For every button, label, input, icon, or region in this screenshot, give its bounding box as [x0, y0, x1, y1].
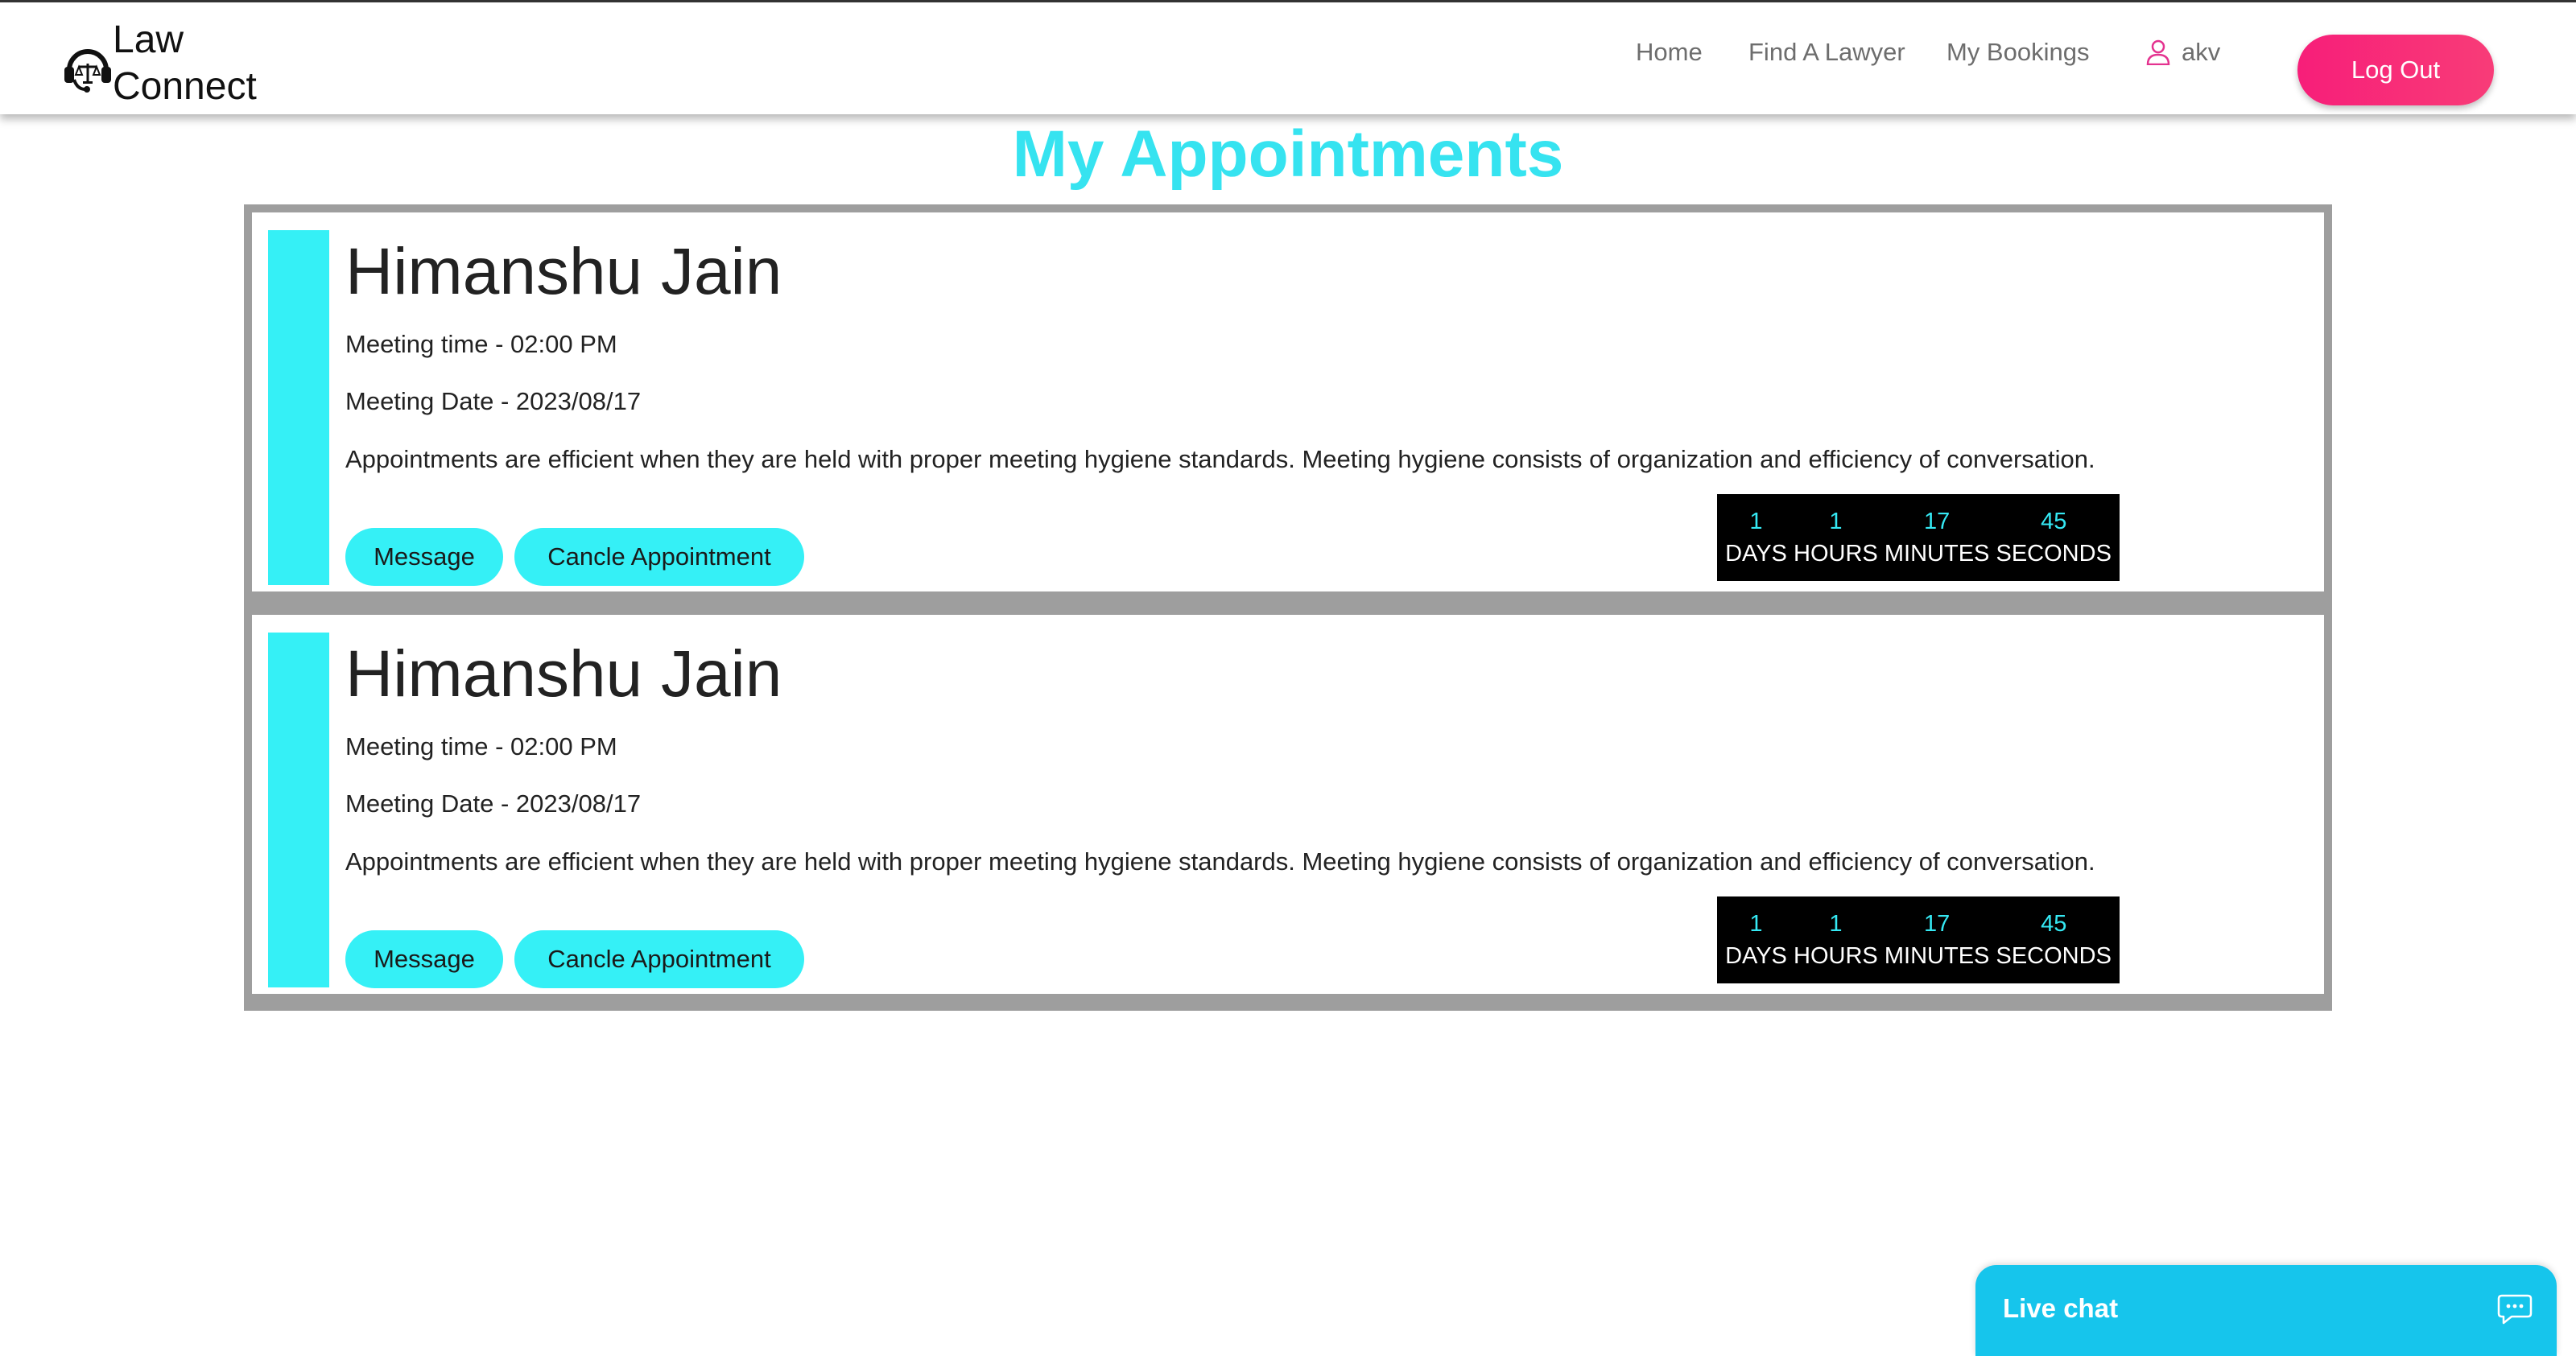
countdown-value: 17 — [1923, 911, 1951, 937]
countdown-value: 1 — [1749, 509, 1763, 534]
lawyer-name: Himanshu Jain — [345, 235, 782, 308]
nav-my-bookings-link[interactable]: My Bookings — [1946, 35, 2089, 70]
countdown-hours: 1 HOURS — [1794, 908, 1878, 972]
nav-user-profile[interactable]: akv — [2146, 35, 2220, 70]
countdown-hours: 1 HOURS — [1794, 505, 1878, 570]
meeting-time: Meeting time - 02:00 PM — [345, 330, 617, 358]
message-button[interactable]: Message — [345, 528, 503, 586]
countdown-value: 1 — [1749, 911, 1763, 937]
nav-find-lawyer-link[interactable]: Find A Lawyer — [1748, 35, 1905, 70]
countdown-label: DAYS — [1725, 943, 1787, 969]
countdown-seconds: 45 SECONDS — [1996, 908, 2112, 972]
countdown-timer: 1 DAYS 1 HOURS 17 MINUTES 45 SECONDS — [1717, 896, 2120, 983]
appointment-card: Himanshu Jain Meeting time - 02:00 PM Me… — [252, 615, 2324, 994]
brand-name: Law Connect — [113, 19, 257, 108]
countdown-label: SECONDS — [1996, 541, 2112, 567]
card-accent-bar — [268, 633, 329, 987]
meeting-date: Meeting Date - 2023/08/17 — [345, 387, 642, 415]
page-title: My Appointments — [1012, 117, 1564, 191]
countdown-value: 45 — [2041, 509, 2067, 534]
countdown-label: DAYS — [1725, 541, 1787, 567]
countdown-value: 45 — [2041, 911, 2067, 937]
lawyer-name: Himanshu Jain — [345, 637, 782, 711]
chat-bubble-icon — [2497, 1294, 2533, 1325]
countdown-label: MINUTES — [1884, 541, 1990, 567]
appointment-description: Appointments are efficient when they are… — [345, 847, 2095, 876]
nav-home-link[interactable]: Home — [1636, 35, 1703, 70]
countdown-days: 1 DAYS — [1725, 505, 1787, 570]
navbar: Law Connect Home Find A Lawyer My Bookin… — [0, 0, 2576, 114]
countdown-label: SECONDS — [1996, 943, 2112, 969]
countdown-seconds: 45 SECONDS — [1996, 505, 2112, 570]
appointment-description: Appointments are efficient when they are… — [345, 445, 2095, 473]
cancel-appointment-button[interactable]: Cancle Appointment — [514, 930, 804, 988]
cancel-appointment-button[interactable]: Cancle Appointment — [514, 528, 804, 586]
countdown-days: 1 DAYS — [1725, 908, 1787, 972]
brand[interactable]: Law Connect — [61, 17, 287, 108]
card-accent-bar — [268, 230, 329, 585]
live-chat-widget[interactable]: Live chat — [1975, 1265, 2557, 1356]
appointment-card: Himanshu Jain Meeting time - 02:00 PM Me… — [252, 212, 2324, 591]
meeting-date: Meeting Date - 2023/08/17 — [345, 789, 642, 818]
lawyer-headset-scales-icon — [64, 49, 111, 93]
countdown-minutes: 17 MINUTES — [1885, 505, 1990, 570]
countdown-label: HOURS — [1794, 541, 1878, 567]
user-name: akv — [2182, 38, 2221, 66]
user-icon — [2146, 39, 2170, 65]
countdown-label: MINUTES — [1884, 943, 1990, 969]
message-button[interactable]: Message — [345, 930, 503, 988]
live-chat-label: Live chat — [2003, 1293, 2119, 1323]
countdown-minutes: 17 MINUTES — [1885, 908, 1990, 972]
countdown-value: 17 — [1923, 509, 1951, 534]
appointment-list: Himanshu Jain Meeting time - 02:00 PM Me… — [244, 204, 2332, 1011]
countdown-value: 1 — [1829, 911, 1843, 937]
countdown-timer: 1 DAYS 1 HOURS 17 MINUTES 45 SECONDS — [1717, 494, 2120, 581]
meeting-time: Meeting time - 02:00 PM — [345, 732, 617, 760]
countdown-value: 1 — [1829, 509, 1843, 534]
countdown-label: HOURS — [1794, 943, 1878, 969]
logout-button[interactable]: Log Out — [2297, 35, 2494, 105]
page: Law Connect Home Find A Lawyer My Bookin… — [0, 0, 2576, 1356]
